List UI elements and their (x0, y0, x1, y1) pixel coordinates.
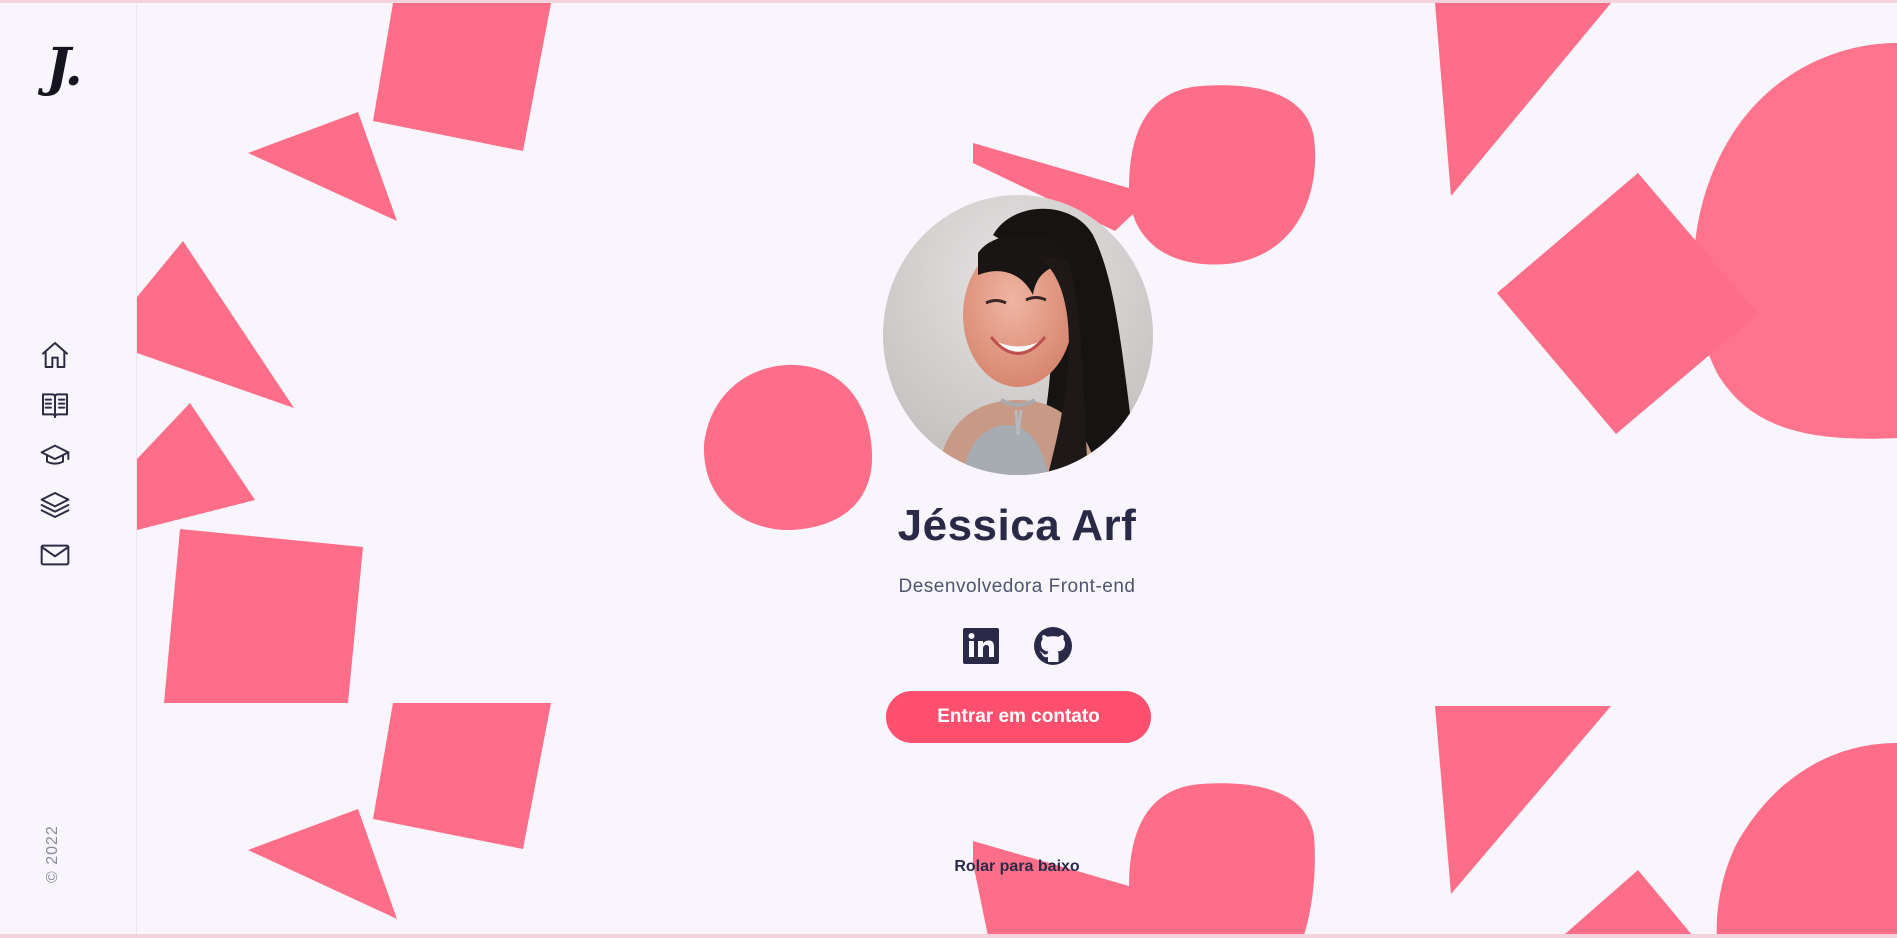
linkedin-link[interactable] (961, 626, 1001, 666)
graduation-cap-icon (40, 444, 70, 465)
sidebar: J. © 2022 (0, 3, 137, 934)
hero-section: Jéssica Arf Desenvolvedora Front-end Ent… (137, 3, 1897, 934)
github-link[interactable] (1033, 626, 1073, 666)
layers-icon (40, 492, 70, 518)
logo[interactable]: J. (46, 37, 83, 98)
contact-button[interactable]: Entrar em contato (886, 691, 1151, 743)
home-icon (42, 342, 68, 368)
github-icon (1034, 627, 1072, 665)
book-icon (42, 393, 68, 418)
social-links (961, 626, 1073, 666)
nav-home[interactable] (38, 338, 72, 372)
copyright-text: © 2022 (44, 825, 61, 883)
linkedin-icon (963, 628, 999, 664)
profile-photo (883, 195, 1153, 475)
portfolio-page: J. © 2022 Jéssica Arf Desenvolvedora Fro… (0, 0, 1897, 938)
sidebar-nav (38, 338, 72, 588)
hero-role: Desenvolvedora Front-end (898, 576, 1136, 597)
mail-icon (40, 544, 70, 566)
nav-education[interactable] (38, 438, 72, 472)
hero-name: Jéssica Arf (897, 501, 1137, 550)
nav-contact[interactable] (38, 538, 72, 572)
nav-about[interactable] (38, 388, 72, 422)
scroll-down-link[interactable]: Rolar para baixo (137, 858, 1897, 876)
nav-projects[interactable] (38, 488, 72, 522)
